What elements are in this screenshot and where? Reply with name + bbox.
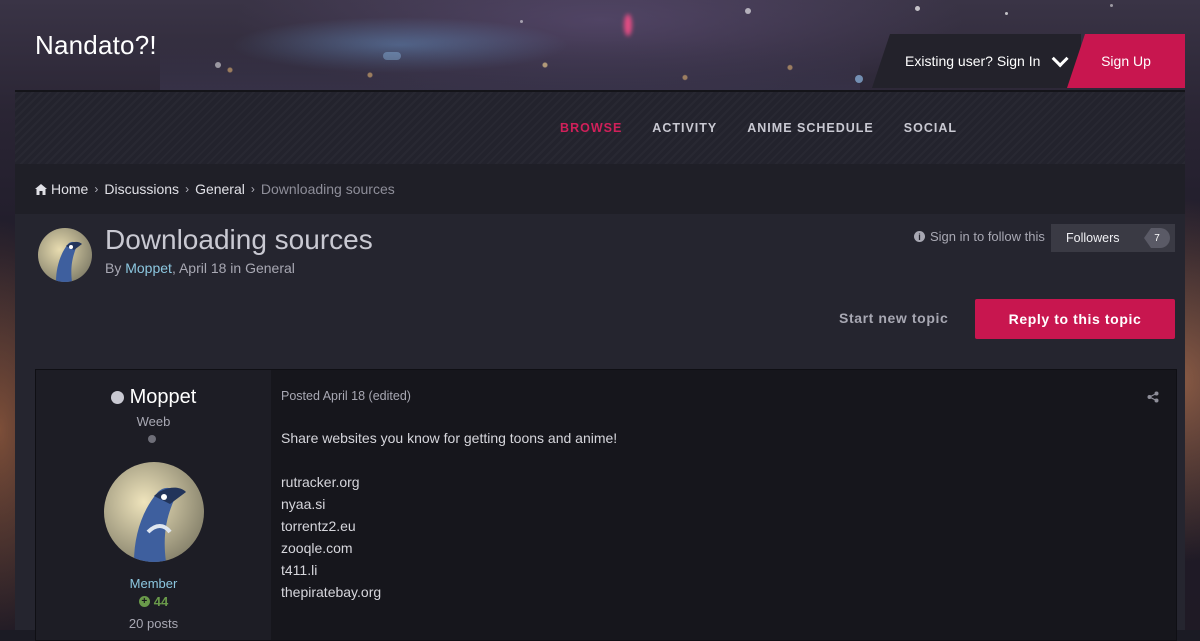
sign-up-button[interactable]: Sign Up — [1067, 34, 1185, 88]
nav-activity[interactable]: ACTIVITY — [637, 121, 732, 135]
breadcrumb-discussions[interactable]: Discussions — [104, 181, 179, 197]
post-author-column: Moppet Weeb Member + 44 20 posts — [36, 370, 271, 640]
chevron-right-icon: › — [94, 182, 99, 196]
main-nav: BROWSE ACTIVITY ANIME SCHEDULE SOCIAL — [15, 90, 1185, 164]
post-author-avatar[interactable] — [104, 462, 204, 562]
followers-button[interactable]: Followers 7 — [1051, 224, 1175, 252]
chevron-down-icon — [1052, 50, 1070, 68]
sign-in-button[interactable]: Existing user? Sign In — [872, 34, 1081, 88]
home-icon — [35, 183, 47, 195]
post-link-item: t411.li — [281, 562, 318, 578]
post-date[interactable]: Posted April 18 (edited) — [281, 389, 411, 403]
nav-browse[interactable]: BROWSE — [545, 121, 637, 135]
topic-author-avatar[interactable] — [38, 228, 92, 282]
post: Moppet Weeb Member + 44 20 posts Posted … — [35, 369, 1177, 641]
nav-anime-schedule[interactable]: ANIME SCHEDULE — [732, 121, 889, 135]
user-bar: Existing user? Sign In Sign Up — [872, 34, 1185, 88]
breadcrumb-home-label: Home — [51, 181, 89, 197]
breadcrumb: Home › Discussions › General › Downloadi… — [15, 164, 1185, 214]
avatar-image — [104, 462, 204, 562]
topic-author-link[interactable]: Moppet — [125, 260, 172, 276]
chevron-right-icon: › — [250, 182, 255, 196]
nav-social[interactable]: SOCIAL — [889, 121, 972, 135]
site-title[interactable]: Nandato?! — [35, 30, 157, 61]
info-icon: i — [914, 231, 925, 242]
post-author-name[interactable]: Moppet — [36, 386, 271, 409]
reputation-plus-icon: + — [138, 596, 150, 607]
followers-label: Followers — [1066, 231, 1120, 245]
avatar-image — [38, 228, 92, 282]
post-link-item: zooqle.com — [281, 540, 353, 556]
topic-by-prefix: By — [105, 260, 126, 276]
reputation-value: 44 — [153, 594, 169, 609]
topic-meta: By Moppet, April 18 in General — [105, 260, 295, 276]
topic-title: Downloading sources — [105, 224, 373, 255]
rank-pip-icon — [148, 435, 156, 443]
share-icon[interactable] — [1147, 391, 1159, 403]
main-content: Home › Discussions › General › Downloadi… — [15, 164, 1185, 641]
post-link-item: nyaa.si — [281, 496, 326, 512]
follow-prompt[interactable]: i Sign in to follow this — [914, 229, 1045, 244]
post-link-item: rutracker.org — [281, 474, 360, 490]
breadcrumb-general[interactable]: General — [195, 181, 245, 197]
post-intro: Share websites you know for getting toon… — [281, 430, 618, 446]
post-body: Share websites you know for getting toon… — [281, 427, 617, 603]
post-author-rank: Weeb — [136, 414, 171, 429]
chevron-right-icon: › — [185, 182, 190, 196]
city-lights-decoration — [160, 40, 860, 90]
breadcrumb-home[interactable]: Home — [35, 181, 88, 197]
topic-meta-suffix: , April 18 in General — [171, 260, 295, 276]
post-author-group: Member — [129, 576, 178, 591]
offline-status-icon — [110, 391, 124, 404]
post-author-name-label: Moppet — [129, 386, 197, 408]
post-author-post-count: 20 posts — [128, 616, 179, 631]
reply-to-topic-button[interactable]: Reply to this topic — [975, 299, 1175, 339]
post-link-item: thepiratebay.org — [281, 584, 382, 600]
followers-count-badge: 7 — [1144, 228, 1170, 248]
post-author-reputation: + 44 — [36, 594, 271, 609]
post-link-item: torrentz2.eu — [281, 518, 356, 534]
breadcrumb-current: Downloading sources — [260, 181, 395, 197]
follow-label: Sign in to follow this — [930, 229, 1045, 244]
start-new-topic-button[interactable]: Start new topic — [839, 310, 948, 326]
post-content: Posted April 18 (edited) Share websites … — [281, 370, 1161, 640]
sign-in-label: Existing user? Sign In — [905, 53, 1041, 69]
